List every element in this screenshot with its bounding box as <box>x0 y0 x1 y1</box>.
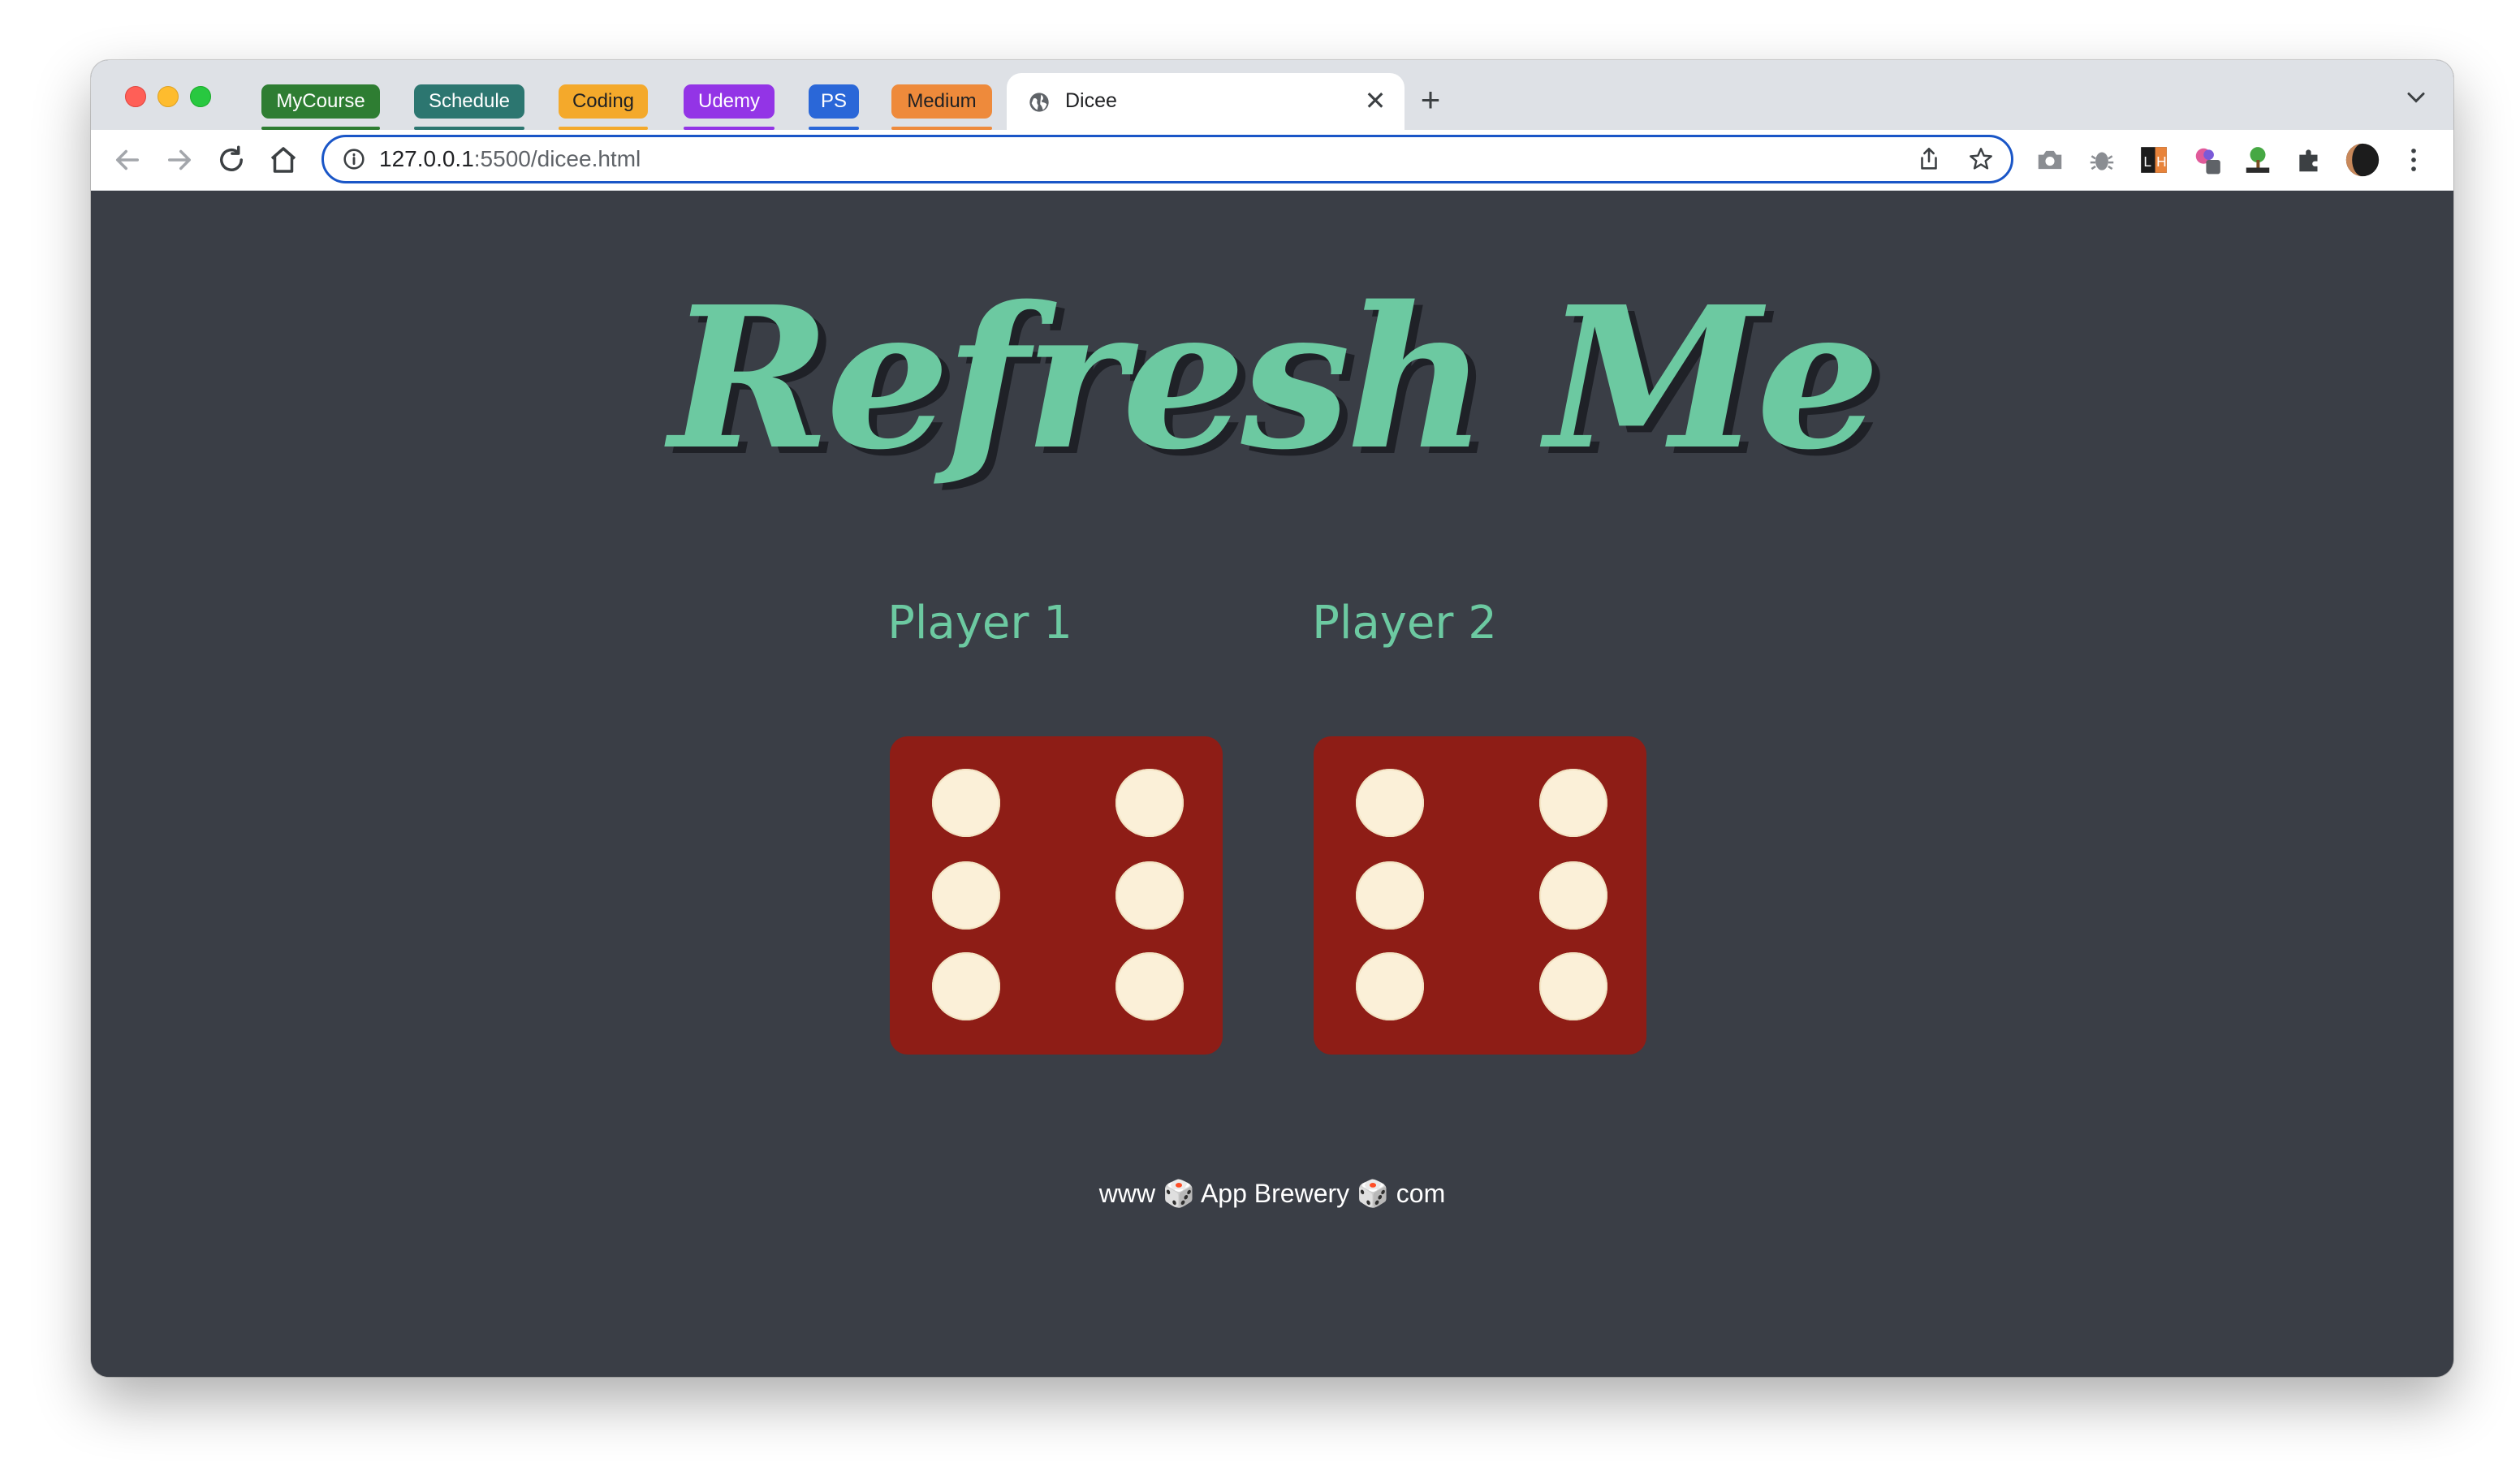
kebab-menu-icon[interactable] <box>2398 145 2429 175</box>
tree-extension-icon[interactable] <box>2242 145 2273 175</box>
chevron-down-icon[interactable] <box>2401 83 2431 112</box>
url-path: :5500/dicee.html <box>473 146 641 171</box>
camera-icon[interactable] <box>2035 145 2065 175</box>
tab-group-ps[interactable]: PS <box>809 84 859 119</box>
forward-arrow-icon[interactable] <box>162 143 196 177</box>
close-tab-icon[interactable]: ✕ <box>1361 86 1390 115</box>
die-pip <box>1115 861 1184 930</box>
player-2-label: Player 2 <box>1312 597 1497 649</box>
page-content: Refresh Me Player 1 Player 2 www 🎲 App B… <box>91 191 2453 1377</box>
tab-group-schedule[interactable]: Schedule <box>414 84 524 119</box>
die-pip <box>1115 952 1184 1020</box>
tab-group-mycourse[interactable]: MyCourse <box>261 84 380 119</box>
footer-brand: App Brewery <box>1200 1179 1350 1208</box>
tab-dicee[interactable]: Dicee ✕ <box>1007 73 1405 130</box>
tab-strip: MyCourse Schedule Coding Udemy PS Medium… <box>91 60 2453 130</box>
footer: www 🎲 App Brewery 🎲 com <box>91 1178 2453 1209</box>
tab-group-coding[interactable]: Coding <box>559 84 648 119</box>
footer-suffix: com <box>1396 1179 1446 1208</box>
share-icon[interactable] <box>1915 145 1943 173</box>
die-pip <box>1356 769 1424 837</box>
die-pip <box>932 861 1000 930</box>
page-title: Refresh Me <box>668 264 1880 493</box>
player-2-die <box>1314 736 1646 1055</box>
back-arrow-icon[interactable] <box>110 143 145 177</box>
reload-icon[interactable] <box>214 143 248 177</box>
tab-title: Dicee <box>1065 89 1117 112</box>
die-pip <box>1356 861 1424 930</box>
player-1-die <box>890 736 1223 1055</box>
die-pip <box>1539 952 1607 1020</box>
url-text[interactable]: 127.0.0.1:5500/dicee.html <box>379 146 641 172</box>
url-host: 127.0.0.1 <box>379 146 474 171</box>
die-pip <box>1115 769 1184 837</box>
tab-group-udemy[interactable]: Udemy <box>684 84 775 119</box>
die-pip <box>1356 952 1424 1020</box>
new-tab-button[interactable]: + <box>1413 83 1448 119</box>
tab-group-medium[interactable]: Medium <box>891 84 992 119</box>
maximize-window-button[interactable] <box>190 86 211 107</box>
die-pip <box>932 769 1000 837</box>
color-picker-extension-icon[interactable] <box>2192 145 2223 175</box>
info-icon[interactable] <box>340 145 368 173</box>
dice-icon: 🎲 <box>1357 1179 1389 1208</box>
profile-avatar[interactable] <box>2345 142 2380 178</box>
player-1-label: Player 1 <box>887 597 1072 649</box>
close-window-button[interactable] <box>125 86 146 107</box>
globe-icon <box>1029 93 1049 112</box>
svg-text:L: L <box>2143 153 2151 170</box>
die-pip <box>1539 769 1607 837</box>
home-icon[interactable] <box>266 143 300 177</box>
address-bar[interactable]: 127.0.0.1:5500/dicee.html <box>321 135 2013 183</box>
dice-icon: 🎲 <box>1162 1179 1195 1208</box>
die-pip <box>1539 861 1607 930</box>
bug-icon[interactable] <box>2086 145 2117 175</box>
svg-text:H: H <box>2156 153 2167 170</box>
puzzle-extensions-icon[interactable] <box>2294 145 2325 175</box>
browser-window: MyCourse Schedule Coding Udemy PS Medium… <box>91 60 2453 1377</box>
die-pip <box>932 952 1000 1020</box>
footer-prefix: www <box>1098 1179 1156 1208</box>
minimize-window-button[interactable] <box>158 86 179 107</box>
bookmark-star-icon[interactable] <box>1967 145 1995 173</box>
browser-toolbar: 127.0.0.1:5500/dicee.html L H <box>91 130 2453 191</box>
lighthouse-extension-icon[interactable]: L H <box>2138 145 2169 175</box>
